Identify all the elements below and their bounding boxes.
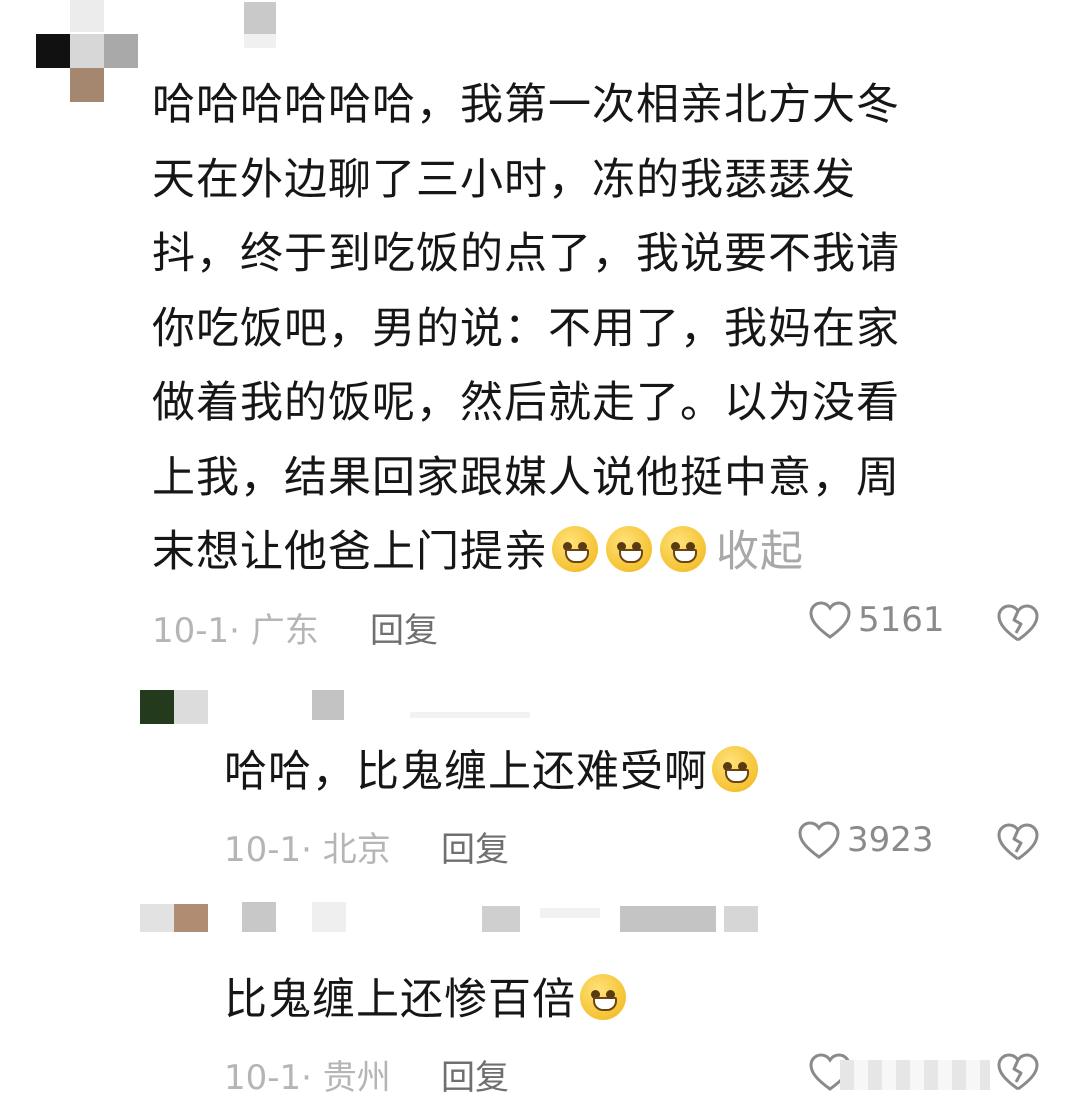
broken-heart-icon[interactable] (996, 603, 1040, 643)
cold-sweat-emoji (660, 526, 706, 572)
grin-emoji (580, 974, 626, 1020)
comment-meta: 10-1· 北京 (224, 830, 391, 870)
like-count: 3923 (847, 820, 934, 860)
comment-line-text: 比鬼缠上还惨百倍 (224, 975, 576, 1025)
comment-meta: 10-1· 贵州 (224, 1058, 391, 1098)
comment-line: 做着我的饭呢，然后就走了。以为没看 (152, 378, 900, 428)
heart-icon (798, 821, 840, 859)
comment-text: 哈哈哈哈哈哈，我第一次相亲北方大冬 天在外边聊了三小时，冻的我瑟瑟发 抖，终于到… (152, 68, 1032, 590)
reply-button[interactable]: 回复 (441, 1050, 509, 1099)
reply-button[interactable]: 回复 (370, 603, 438, 652)
like-button[interactable]: 3923 (797, 820, 934, 860)
collapse-link[interactable]: 收起 (716, 527, 804, 577)
comment-line: 哈哈哈哈哈哈，我第一次相亲北方大冬 (152, 80, 900, 130)
broken-heart-icon[interactable] (996, 1052, 1040, 1092)
comment-text: 哈哈，比鬼缠上还难受啊 (224, 735, 762, 810)
broken-heart-icon[interactable] (996, 822, 1040, 862)
comment-line-text: 末想让他爸上门提亲 (152, 527, 548, 577)
like-button[interactable]: 5161 (808, 600, 945, 640)
comment-line: 抖，终于到吃饭的点了，我说要不我请 (152, 229, 900, 279)
like-count: 5161 (858, 600, 945, 640)
comment-line: 上我，结果回家跟媒人说他挺中意，周 (152, 452, 900, 503)
comment-line: 末想让他爸上门提亲 收起 (152, 515, 1032, 590)
comment-text: 比鬼缠上还惨百倍 (224, 963, 630, 1038)
comment-line: 你吃饭吧，男的说：不用了，我妈在家 (152, 303, 900, 354)
cold-sweat-emoji (552, 526, 598, 572)
comment-line: 天在外边聊了三小时，冻的我瑟瑟发 (152, 154, 856, 205)
comment-meta: 10-1· 广东 (152, 611, 319, 651)
cold-sweat-emoji (606, 526, 652, 572)
comment-line-text: 哈哈，比鬼缠上还难受啊 (224, 747, 708, 797)
grin-sweat-emoji (712, 746, 758, 792)
reply-button[interactable]: 回复 (441, 822, 509, 871)
heart-icon (809, 601, 851, 639)
